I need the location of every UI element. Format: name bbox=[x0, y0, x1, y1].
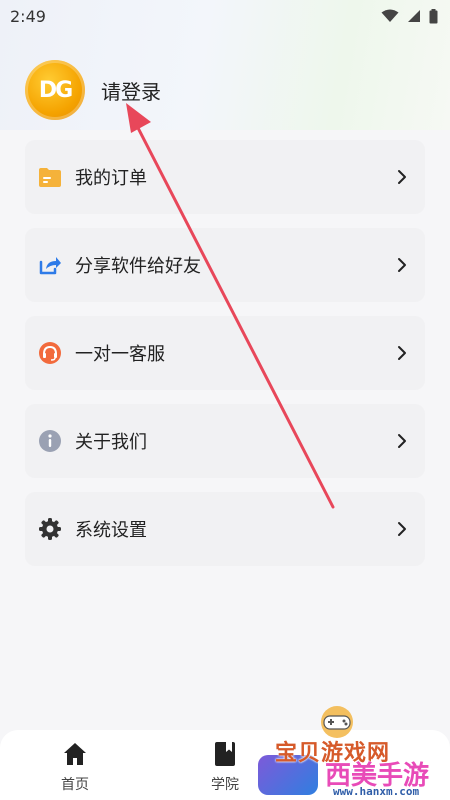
profile-header[interactable]: DG 请登录 bbox=[25, 60, 161, 120]
menu-label: 我的订单 bbox=[75, 168, 147, 189]
nav-label: 学院 bbox=[211, 777, 239, 793]
chevron-right-icon bbox=[398, 346, 406, 360]
headset-icon bbox=[37, 340, 63, 366]
menu-label: 关于我们 bbox=[75, 432, 147, 453]
menu-list: 我的订单 分享软件给好友 一对一客服 关于我们 系统设置 bbox=[25, 140, 425, 580]
watermark: 宝贝游戏网 西美手游网 www.hanxm.com bbox=[255, 705, 450, 800]
book-icon bbox=[215, 742, 235, 766]
watermark-url: www.hanxm.com bbox=[333, 785, 420, 798]
share-icon bbox=[37, 252, 63, 278]
menu-item-customer-service[interactable]: 一对一客服 bbox=[25, 316, 425, 390]
gear-icon bbox=[37, 516, 63, 542]
menu-label: 一对一客服 bbox=[75, 344, 165, 365]
login-prompt[interactable]: 请登录 bbox=[101, 76, 161, 105]
status-icons bbox=[381, 8, 438, 24]
menu-item-about-us[interactable]: 关于我们 bbox=[25, 404, 425, 478]
chevron-right-icon bbox=[398, 258, 406, 272]
menu-item-share-app[interactable]: 分享软件给好友 bbox=[25, 228, 425, 302]
info-icon bbox=[37, 428, 63, 454]
chevron-right-icon bbox=[398, 522, 406, 536]
nav-item-home[interactable]: 首页 bbox=[35, 740, 115, 794]
menu-item-my-orders[interactable]: 我的订单 bbox=[25, 140, 425, 214]
menu-item-settings[interactable]: 系统设置 bbox=[25, 492, 425, 566]
folder-icon bbox=[37, 164, 63, 190]
status-bar: 2:49 bbox=[0, 0, 450, 32]
wifi-icon bbox=[381, 9, 399, 22]
menu-label: 分享软件给好友 bbox=[75, 256, 201, 277]
nav-item-academy[interactable]: 学院 bbox=[185, 740, 265, 794]
home-icon bbox=[64, 743, 86, 765]
nav-label: 首页 bbox=[61, 777, 89, 793]
chevron-right-icon bbox=[398, 170, 406, 184]
chevron-right-icon bbox=[398, 434, 406, 448]
avatar[interactable]: DG bbox=[25, 60, 85, 120]
menu-label: 系统设置 bbox=[75, 520, 147, 541]
gamepad-icon bbox=[321, 706, 353, 738]
battery-icon bbox=[429, 8, 438, 23]
signal-icon bbox=[408, 10, 420, 22]
status-time: 2:49 bbox=[10, 6, 46, 26]
